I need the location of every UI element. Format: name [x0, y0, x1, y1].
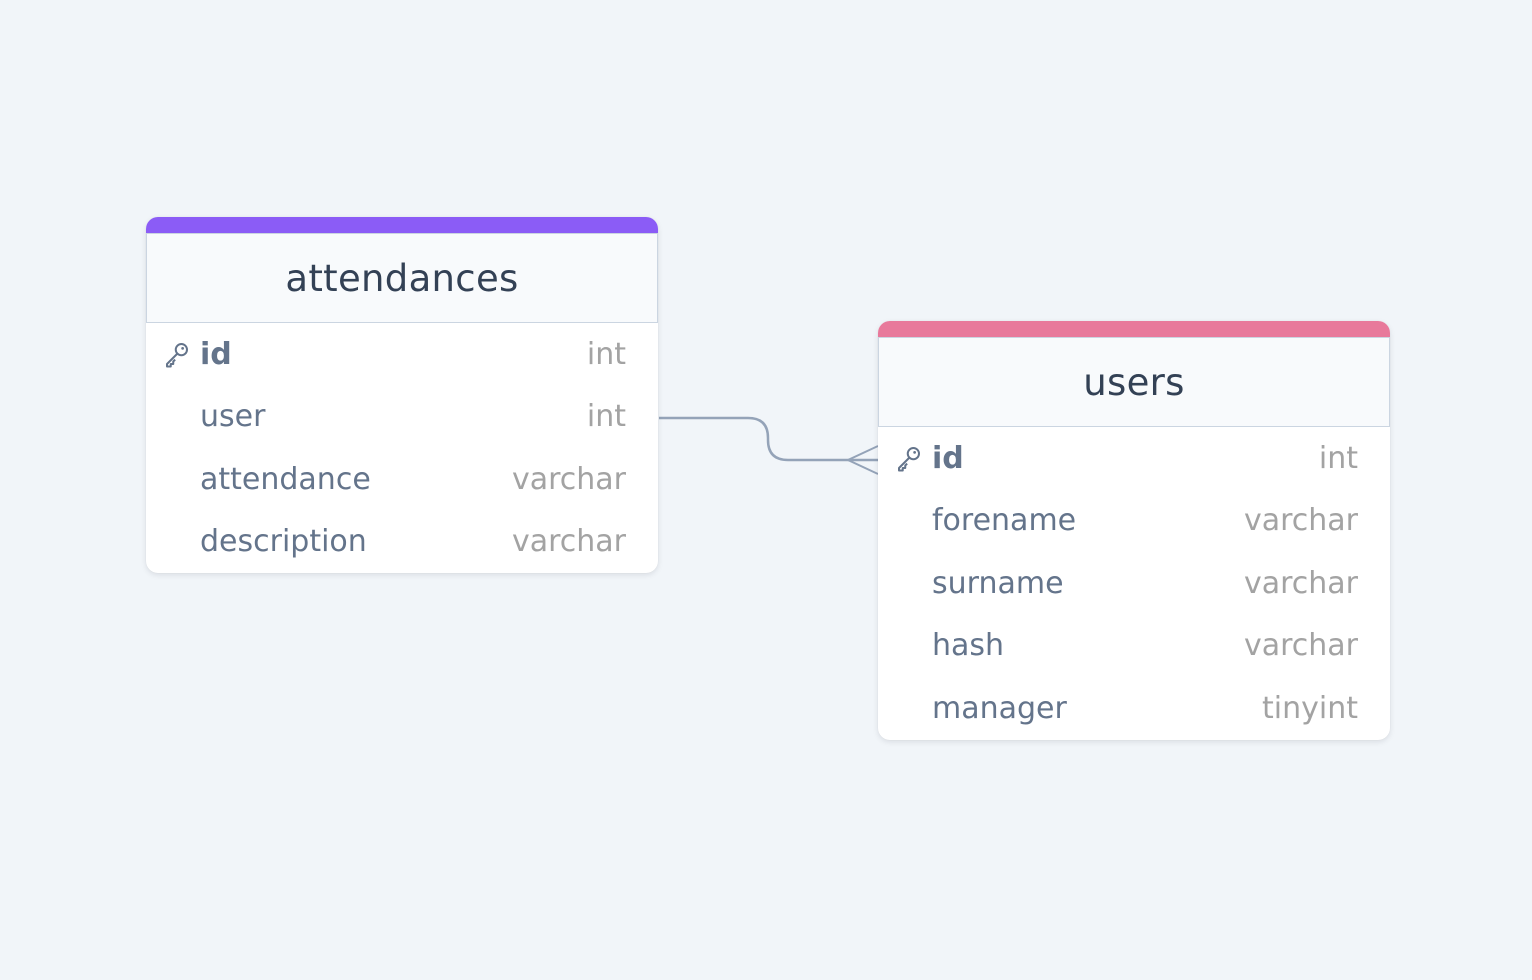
table-accent-bar	[146, 217, 658, 233]
field-name: surname	[932, 565, 1064, 601]
field-row-hash[interactable]: hash varchar	[878, 615, 1390, 678]
table-users[interactable]: users id int forename varchar surname va…	[878, 321, 1390, 740]
field-type: varchar	[511, 524, 626, 560]
table-title: users	[1083, 360, 1185, 404]
table-header[interactable]: users	[878, 337, 1390, 427]
table-accent-bar	[878, 321, 1390, 337]
table-header[interactable]: attendances	[146, 233, 658, 323]
field-name: description	[200, 524, 367, 560]
field-row-forename[interactable]: forename varchar	[878, 490, 1390, 553]
field-type: int	[586, 336, 626, 372]
diagram-canvas: attendances id int user int attendance v…	[0, 0, 1532, 980]
field-type: varchar	[511, 461, 626, 497]
field-name: id	[200, 336, 232, 372]
key-icon	[898, 447, 920, 472]
field-name: manager	[932, 690, 1067, 726]
field-name: hash	[932, 628, 1005, 664]
field-type: int	[586, 399, 626, 435]
field-name: user	[200, 399, 266, 435]
field-row-attendance[interactable]: attendance varchar	[146, 448, 658, 511]
field-row-surname[interactable]: surname varchar	[878, 552, 1390, 615]
field-name: id	[932, 440, 964, 476]
field-row-manager[interactable]: manager tinyint	[878, 677, 1390, 740]
field-type: varchar	[1243, 503, 1358, 539]
field-name: attendance	[200, 461, 371, 497]
field-row-id[interactable]: id int	[146, 323, 658, 386]
field-name: forename	[932, 503, 1077, 539]
field-row-description[interactable]: description varchar	[146, 511, 658, 574]
field-type: tinyint	[1262, 690, 1358, 726]
field-type: varchar	[1243, 565, 1358, 601]
field-row-user[interactable]: user int	[146, 386, 658, 449]
field-row-id[interactable]: id int	[878, 427, 1390, 490]
table-title: attendances	[285, 256, 519, 300]
relationship-line	[659, 416, 878, 462]
field-type: varchar	[1243, 628, 1358, 664]
field-type: int	[1318, 440, 1358, 476]
crows-foot-many-marker	[845, 445, 879, 475]
key-icon	[166, 343, 188, 368]
table-attendances[interactable]: attendances id int user int attendance v…	[146, 217, 658, 573]
